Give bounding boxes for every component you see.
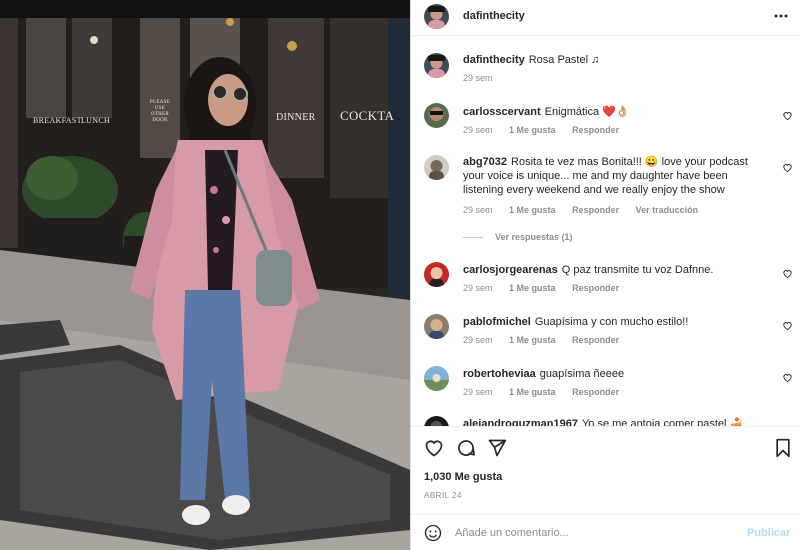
comment-avatar[interactable] — [424, 155, 449, 180]
comment-text: Enigmática ❤️👌🏼 — [544, 106, 630, 118]
comment-input[interactable] — [455, 523, 725, 543]
store-sign-breakfast: BREAKFAST — [33, 116, 82, 125]
view-replies-label: Ver respuestas (1) — [495, 232, 573, 242]
comment-username[interactable]: roberto​heviaa — [463, 368, 536, 380]
publish-button[interactable]: Publicar — [747, 527, 790, 539]
comment-like-heart-icon[interactable] — [782, 372, 793, 383]
comment-meta: 29 sem 1 Me gusta Responder — [463, 335, 633, 345]
comment-meta: 29 sem 1 Me gusta Responder Ver traducci… — [463, 205, 712, 215]
reply-button[interactable]: Responder — [572, 125, 619, 135]
comment-like-heart-icon[interactable] — [782, 268, 793, 279]
comment-likes-link[interactable]: 1 Me gusta — [509, 205, 556, 215]
bookmark-icon[interactable] — [773, 438, 793, 458]
photo-illustration — [0, 0, 410, 550]
comment-icon[interactable] — [456, 438, 476, 458]
caption-age: 29 sem — [463, 73, 493, 83]
caption-text: Rosa Pastel ♫ — [528, 54, 600, 66]
heart-icon[interactable] — [424, 438, 444, 458]
post-date: ABRIL 24 — [424, 491, 462, 500]
comment-likes-link[interactable]: 1 Me gusta — [509, 283, 556, 293]
post-header: dafinthecity — [411, 0, 800, 36]
store-sign-cocktails: COCKTA — [340, 108, 395, 123]
post-caption: dafinthecity Rosa Pastel ♫ — [463, 53, 763, 67]
comment-age: 29 sem — [463, 335, 493, 345]
post-photo[interactable]: BREAKFAST LUNCH PLEASE USE OTHER DOOR DI… — [0, 0, 410, 550]
reply-button[interactable]: Responder — [572, 205, 619, 215]
comment-username[interactable]: carloss​cervant — [463, 106, 541, 118]
comment-avatar[interactable] — [424, 103, 449, 128]
comment-like-heart-icon[interactable] — [782, 110, 793, 121]
reply-button[interactable]: Responder — [572, 335, 619, 345]
comment-age: 29 sem — [463, 125, 493, 135]
comment-like-heart-icon[interactable] — [782, 162, 793, 173]
comment-text: Yo se me antoja comer pastel 🍰 — [581, 418, 744, 426]
instagram-post-modal: BREAKFAST LUNCH PLEASE USE OTHER DOOR DI… — [0, 0, 800, 550]
comment-likes-link[interactable]: 1 Me gusta — [509, 125, 556, 135]
store-sign-door: PLEASE USE OTHER DOOR — [149, 100, 171, 123]
comment-5: alejandroguzman1967 Yo se me antoja comer… — [463, 417, 763, 426]
comment-4: roberto​heviaa guapísima ñeeee — [463, 367, 763, 381]
comment-like-heart-icon[interactable] — [782, 320, 793, 331]
comment-age: 29 sem — [463, 205, 493, 215]
caption-avatar[interactable] — [424, 53, 449, 78]
comment-text: guapísima ñeeee — [539, 368, 625, 380]
share-icon[interactable] — [487, 438, 507, 458]
comment-composer: Publicar — [411, 514, 800, 550]
comment-meta: 29 sem 1 Me gusta Responder — [463, 125, 633, 135]
comment-text: Q paz transmite tu voz Dafnne. — [561, 264, 714, 276]
comment-meta: 29 sem 1 Me gusta Responder — [463, 283, 633, 293]
comment-0: carloss​cervant Enigmática ❤️👌🏼 — [463, 105, 763, 119]
replies-divider-line — [463, 237, 483, 239]
store-sign-dinner: DINNER — [276, 112, 316, 123]
author-username[interactable]: dafinthecity — [463, 10, 525, 22]
see-translation-link[interactable]: Ver traducción — [636, 205, 699, 215]
likes-count[interactable]: 1,030 Me gusta — [424, 471, 502, 483]
comment-username[interactable]: alejandroguzman1967 — [463, 418, 578, 426]
reply-button[interactable]: Responder — [572, 387, 619, 397]
caption-username[interactable]: dafinthecity — [463, 54, 525, 66]
more-options-icon[interactable] — [773, 8, 789, 24]
comment-avatar[interactable] — [424, 314, 449, 339]
comment-3: pablofmichel Guapísima y con mucho estilo… — [463, 315, 763, 329]
view-replies-button[interactable]: Ver respuestas (1) — [463, 232, 573, 242]
post-actions: 1,030 Me gusta ABRIL 24 — [411, 426, 800, 514]
comment-likes-link[interactable]: 1 Me gusta — [509, 387, 556, 397]
reply-button[interactable]: Responder — [572, 283, 619, 293]
comment-age: 29 sem — [463, 387, 493, 397]
emoji-icon[interactable] — [424, 524, 442, 542]
caption-meta: 29 sem — [463, 73, 507, 83]
comment-meta: 29 sem 1 Me gusta Responder — [463, 387, 633, 397]
comment-username[interactable]: abg7032 — [463, 156, 507, 168]
comments-list[interactable]: dafinthecity Rosa Pastel ♫ 29 sem carloss… — [411, 37, 800, 426]
comment-likes-link[interactable]: 1 Me gusta — [509, 335, 556, 345]
comment-avatar[interactable] — [424, 262, 449, 287]
author-avatar[interactable] — [424, 4, 449, 29]
store-sign-lunch: LUNCH — [81, 116, 111, 125]
comment-age: 29 sem — [463, 283, 493, 293]
comment-1: abg7032 Rosita te vez mas Bonita!!! 😀 lov… — [463, 155, 768, 197]
comment-text: Guapísima y con mucho estilo!! — [534, 316, 689, 328]
comment-username[interactable]: pablofmichel — [463, 316, 531, 328]
comment-avatar[interactable] — [424, 416, 449, 426]
post-side-panel: dafinthecity dafinthecity Rosa Pastel ♫ 2… — [410, 0, 800, 550]
comment-avatar[interactable] — [424, 366, 449, 391]
comment-2: carlosjorgearenas Q paz transmite tu voz … — [463, 263, 763, 277]
comment-username[interactable]: carlosjorgearenas — [463, 264, 558, 276]
